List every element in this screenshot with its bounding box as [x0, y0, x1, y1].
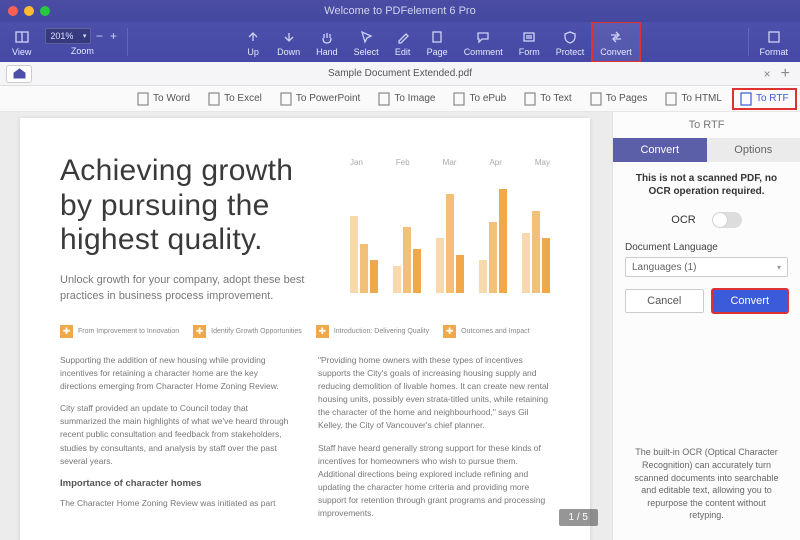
- hand-icon: [320, 28, 334, 46]
- feature-item: ✚From Improvement to Innovation: [60, 325, 179, 338]
- zoom-group: 201%▾ − + Zoom: [39, 22, 125, 62]
- panel-tab-options[interactable]: Options: [707, 138, 800, 162]
- document-viewport[interactable]: Achieving growth by pursuing the highest…: [0, 112, 612, 540]
- arrow-up-icon: [246, 28, 260, 46]
- format-button[interactable]: Format: [751, 22, 796, 62]
- to-epub-button[interactable]: To ePub: [446, 89, 513, 109]
- page-counter: 1 / 5: [559, 509, 598, 526]
- comment-button[interactable]: Comment: [456, 22, 511, 62]
- form-button[interactable]: Form: [511, 22, 548, 62]
- down-button[interactable]: Down: [269, 22, 308, 62]
- document-tab-title: Sample Document Extended.pdf: [0, 68, 800, 79]
- edit-button[interactable]: Edit: [387, 22, 419, 62]
- form-icon: [522, 28, 536, 46]
- panel-tabs: Convert Options: [613, 138, 800, 162]
- icon-row: ✚From Improvement to Innovation ✚Identify…: [60, 325, 550, 338]
- to-powerpoint-button[interactable]: To PowerPoint: [273, 89, 367, 109]
- convert-button[interactable]: Convert: [592, 22, 640, 62]
- ocr-description: The built-in OCR (Optical Character Reco…: [625, 446, 788, 530]
- page-lead: Unlock growth for your company, adopt th…: [60, 272, 310, 305]
- to-rtf-button[interactable]: To RTF: [733, 89, 796, 109]
- feature-item: ✚Outcomes and Impact: [443, 325, 529, 338]
- protect-button[interactable]: Protect: [548, 22, 593, 62]
- main-toolbar: View 201%▾ − + Zoom Up Down Hand Select …: [0, 22, 800, 62]
- workspace: Achieving growth by pursuing the highest…: [0, 112, 800, 540]
- to-html-button[interactable]: To HTML: [658, 89, 729, 109]
- zoom-out-button[interactable]: −: [93, 29, 105, 43]
- page-icon: [430, 28, 444, 46]
- window-title: Welcome to PDFelement 6 Pro: [0, 5, 800, 17]
- tab-bar: Sample Document Extended.pdf × +: [0, 62, 800, 86]
- ocr-label: OCR: [671, 214, 695, 226]
- to-word-button[interactable]: To Word: [130, 89, 197, 109]
- convert-icon: [608, 28, 624, 46]
- hand-button[interactable]: Hand: [308, 22, 346, 62]
- to-text-button[interactable]: To Text: [517, 89, 579, 109]
- bar-chart: JanFebMarAprMay: [350, 158, 550, 308]
- format-icon: [767, 28, 781, 46]
- cancel-button[interactable]: Cancel: [625, 289, 704, 313]
- zoom-in-button[interactable]: +: [107, 29, 119, 43]
- feature-item: ✚Identify Growth Opportunities: [193, 325, 302, 338]
- convert-toolbar: To Word To Excel To PowerPoint To Image …: [0, 86, 800, 112]
- to-pages-button[interactable]: To Pages: [583, 89, 655, 109]
- chevron-down-icon: ▾: [777, 263, 781, 272]
- page-button[interactable]: Page: [419, 22, 456, 62]
- to-excel-button[interactable]: To Excel: [201, 89, 269, 109]
- language-dropdown[interactable]: Languages (1) ▾: [625, 257, 788, 277]
- up-button[interactable]: Up: [237, 22, 269, 62]
- ocr-note: This is not a scanned PDF, no OCR operat…: [625, 172, 788, 198]
- panel-title: To RTF: [613, 112, 800, 138]
- feature-item: ✚Introduction: Delivering Quality: [316, 325, 429, 338]
- pdf-page: Achieving growth by pursuing the highest…: [20, 118, 590, 540]
- subheading: Importance of character homes: [60, 477, 292, 492]
- body-columns: Supporting the addition of new housing w…: [60, 354, 550, 530]
- convert-panel: To RTF Convert Options This is not a sca…: [612, 112, 800, 540]
- arrow-down-icon: [282, 28, 296, 46]
- pencil-icon: [396, 28, 410, 46]
- convert-action-button[interactable]: Convert: [712, 289, 789, 313]
- zoom-dropdown[interactable]: 201%▾: [45, 28, 91, 44]
- view-icon: [14, 28, 30, 46]
- panel-tab-convert[interactable]: Convert: [613, 138, 707, 162]
- view-button[interactable]: View: [4, 22, 39, 62]
- language-label: Document Language: [625, 242, 788, 253]
- shield-icon: [563, 28, 577, 46]
- cursor-icon: [359, 28, 373, 46]
- title-bar: Welcome to PDFelement 6 Pro: [0, 0, 800, 22]
- to-image-button[interactable]: To Image: [371, 89, 442, 109]
- select-button[interactable]: Select: [346, 22, 387, 62]
- comment-icon: [476, 28, 490, 46]
- ocr-toggle[interactable]: [712, 212, 742, 228]
